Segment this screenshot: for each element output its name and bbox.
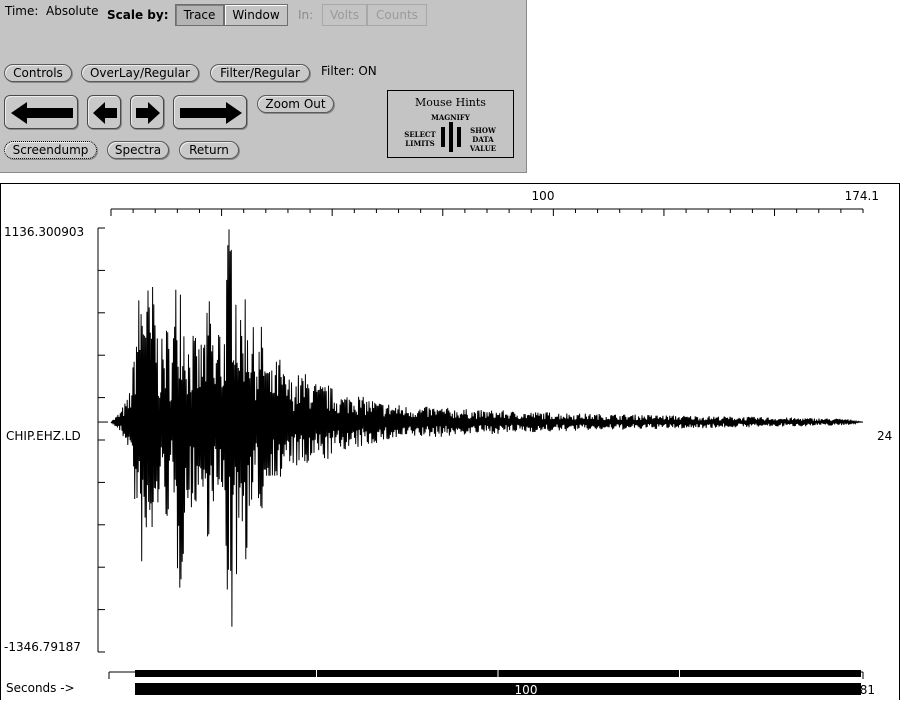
top-axis-mid-label: 100 — [532, 189, 555, 203]
zoom-out-button[interactable]: Zoom Out — [257, 95, 334, 113]
units-counts-toggle[interactable]: Counts — [367, 4, 427, 26]
units-label: In: — [298, 8, 314, 22]
scale-trace-toggle[interactable]: Trace — [175, 4, 224, 26]
scroll-right-button[interactable] — [130, 95, 164, 129]
hint-left-line2: LIMITS — [405, 139, 435, 148]
seismogram-plot[interactable]: 1136.300903 -1346.79187 CHIP.EHZ.LD 24 1… — [1, 184, 899, 701]
amplitude-axis — [97, 227, 108, 653]
top-axis-end-label: 174.1 — [845, 189, 879, 203]
right-arrow-icon — [136, 102, 160, 124]
time-scrollbar-lower[interactable] — [135, 683, 861, 695]
spectra-button[interactable]: Spectra — [107, 141, 169, 159]
hint-right-line1: SHOW — [470, 126, 496, 135]
units-volts-toggle[interactable]: Volts — [322, 4, 367, 26]
bottom-axis-end-label: 181 — [852, 683, 875, 697]
overlay-regular-button[interactable]: OverLay/Regular — [81, 64, 199, 82]
screendump-button[interactable]: Screendump — [4, 141, 97, 159]
time-value[interactable]: Absolute — [46, 4, 98, 18]
station-label: CHIP.EHZ.LD — [6, 429, 81, 443]
hint-right-line2: DATA — [472, 135, 494, 144]
mouse-left-button-icon — [441, 127, 445, 147]
time-label: Time: — [5, 4, 39, 18]
left-arrow-icon — [93, 102, 117, 124]
scroll-far-left-button[interactable] — [4, 95, 78, 129]
channel-number: 24 — [877, 429, 892, 443]
bottom-time-axis[interactable] — [108, 670, 864, 695]
scale-window-toggle[interactable]: Window — [224, 4, 288, 26]
return-button[interactable]: Return — [179, 141, 239, 159]
y-max-label: 1136.300903 — [4, 225, 84, 239]
mouse-middle-button-icon — [449, 122, 453, 152]
scale-by-label: Scale by: — [107, 8, 169, 22]
mouse-hints-title: Mouse Hints — [415, 96, 486, 109]
scroll-left-button[interactable] — [87, 95, 121, 129]
seismic-trace — [110, 229, 864, 627]
seismogram-window[interactable]: 1136.300903 -1346.79187 CHIP.EHZ.LD 24 1… — [0, 183, 900, 700]
seconds-axis-label: Seconds -> — [6, 681, 75, 695]
top-time-axis — [110, 208, 864, 216]
mouse-right-button-icon — [457, 127, 461, 147]
hint-right-line3: VALUE — [469, 144, 497, 153]
big-right-arrow-icon — [180, 102, 242, 124]
y-min-label: -1346.79187 — [4, 640, 81, 654]
control-panel: Time: Absolute Scale by: Trace Window In… — [0, 0, 527, 173]
hint-left-line1: SELECT — [404, 130, 436, 139]
filter-status: Filter: ON — [321, 64, 377, 78]
big-left-arrow-icon — [11, 102, 73, 124]
controls-button[interactable]: Controls — [4, 64, 72, 82]
scroll-far-right-button[interactable] — [173, 95, 247, 129]
hint-middle-button: MAGNIFY — [431, 113, 470, 122]
bottom-axis-mid-label: 100 — [515, 683, 538, 697]
trace-area[interactable] — [110, 229, 864, 627]
filter-regular-button[interactable]: Filter/Regular — [210, 64, 310, 82]
mouse-hints-panel: Mouse Hints MAGNIFY SELECT LIMITS SHOW D… — [387, 90, 514, 158]
